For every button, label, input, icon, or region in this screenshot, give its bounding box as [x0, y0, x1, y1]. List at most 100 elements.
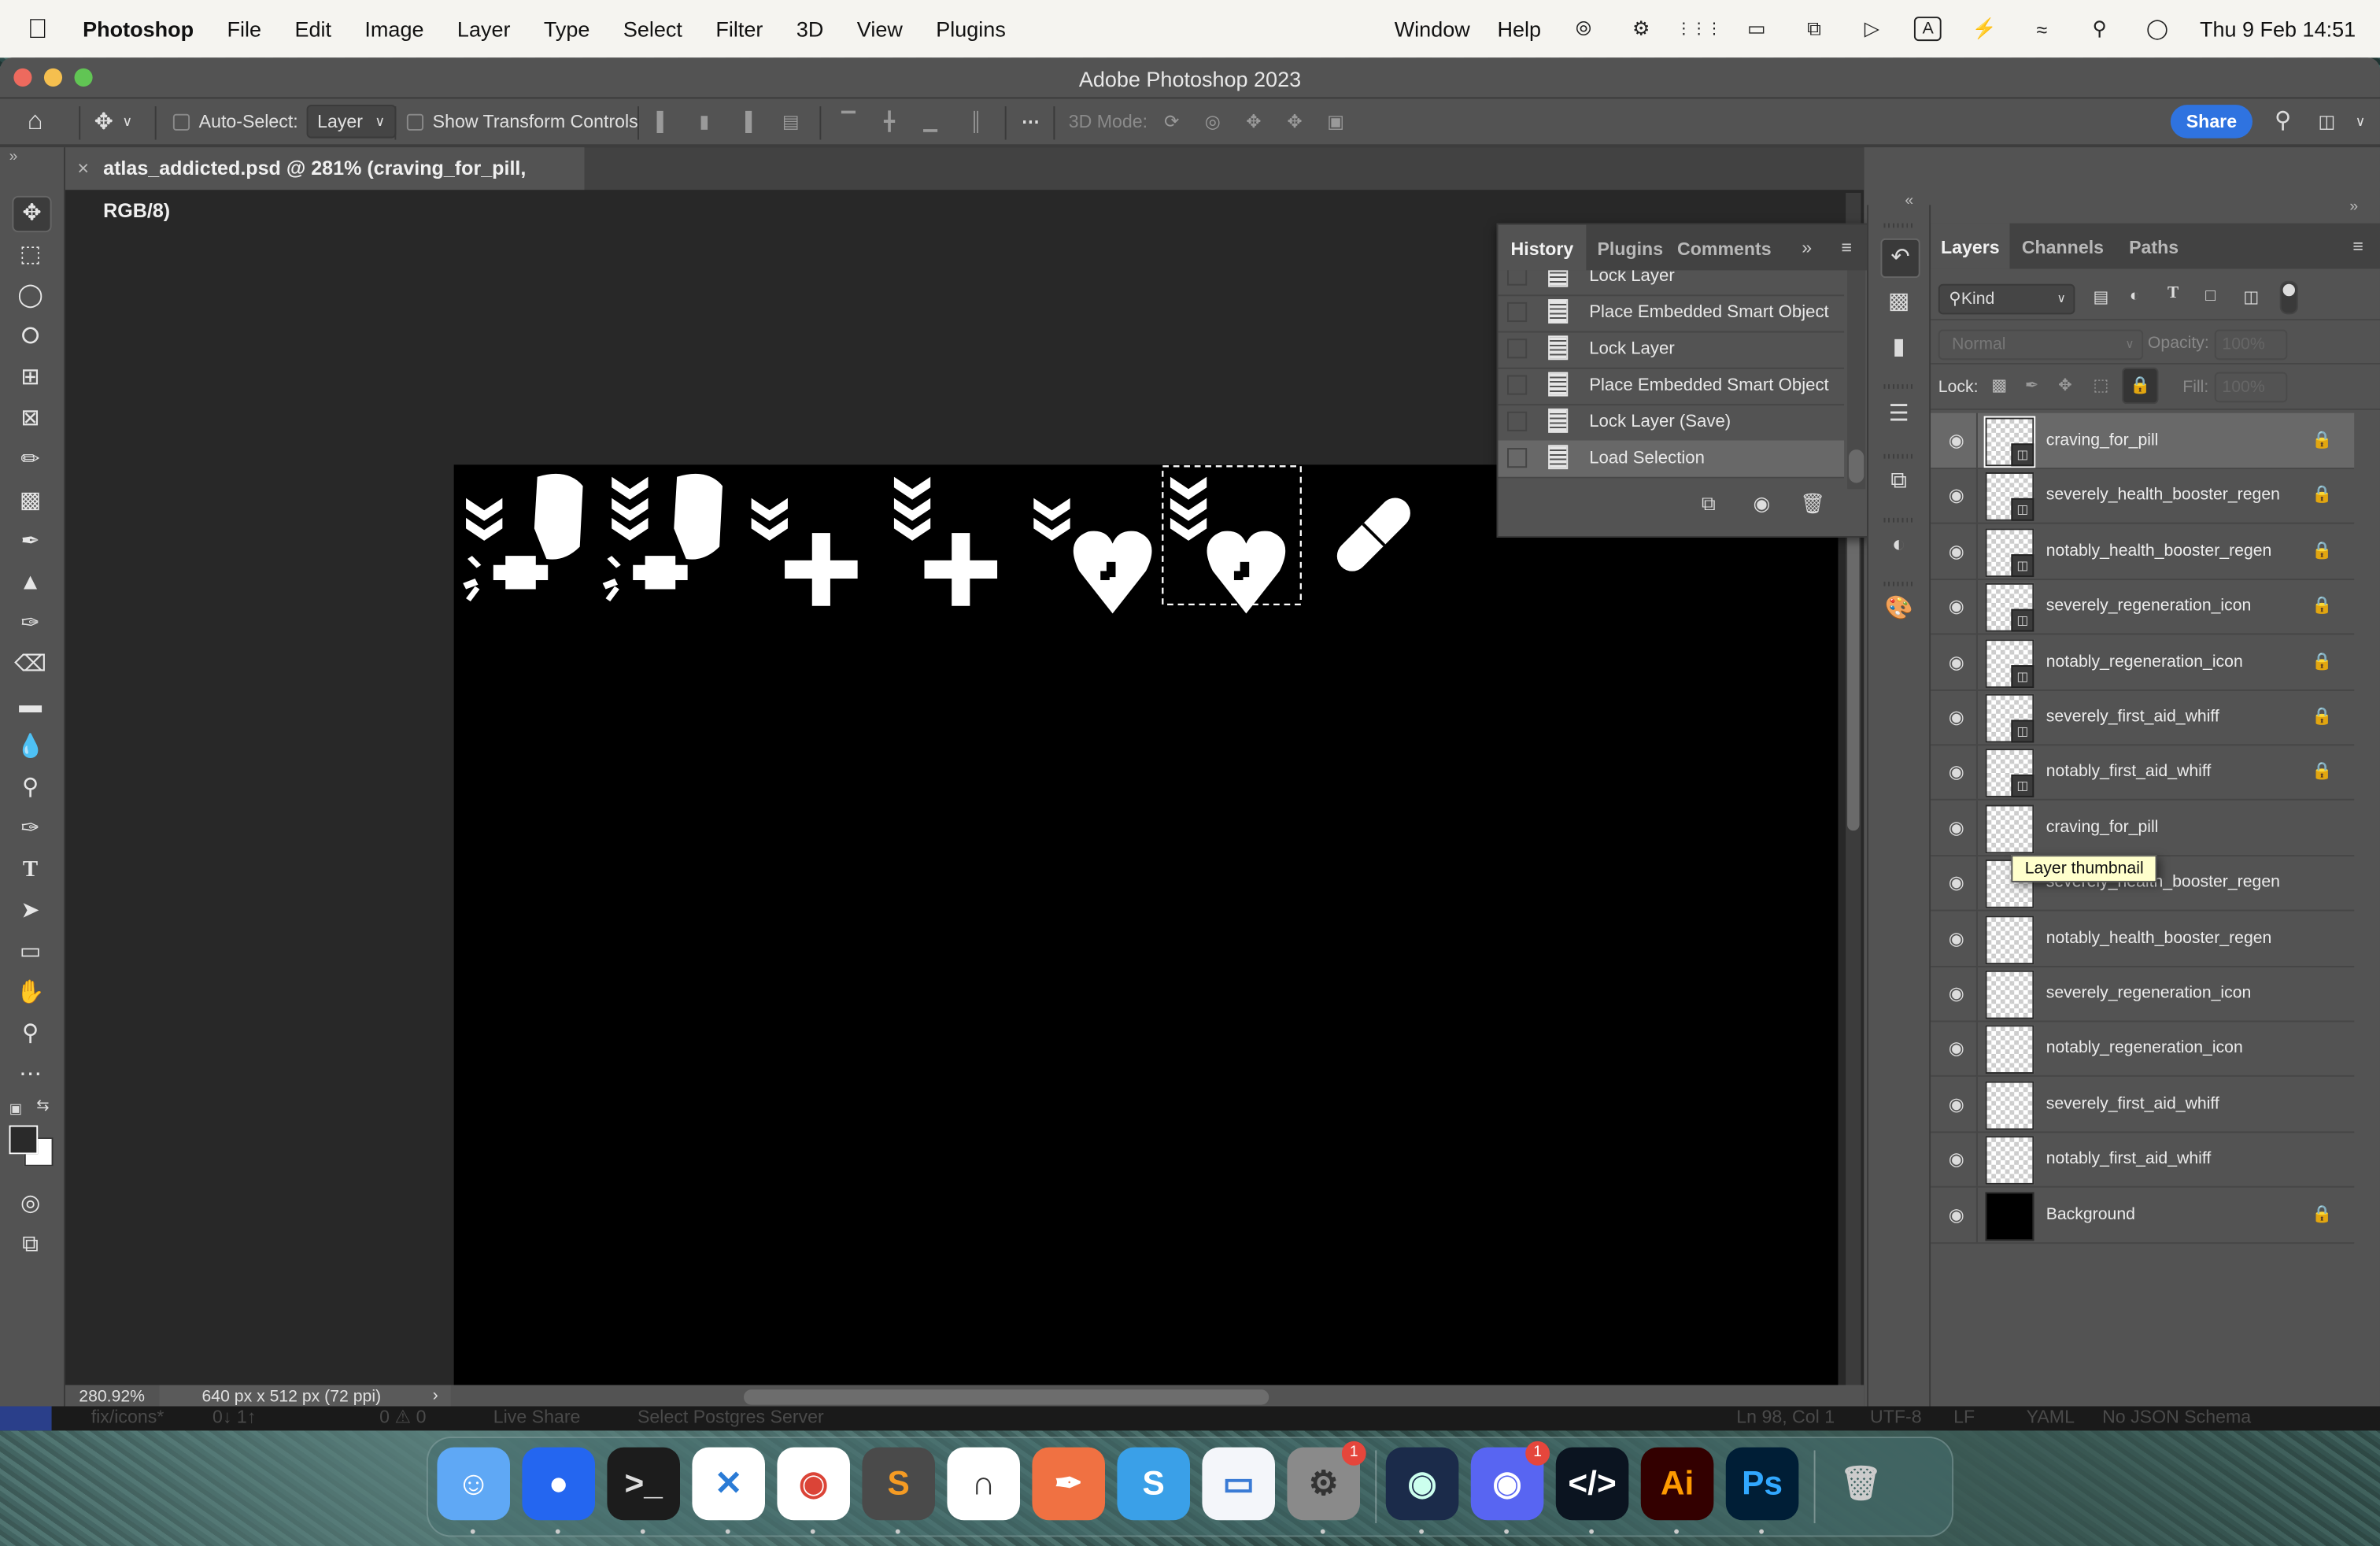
- postgres-server[interactable]: Select Postgres Server: [638, 1407, 824, 1428]
- canvas[interactable]: [453, 464, 1839, 1389]
- layer-row[interactable]: ◉ notably_regeneration_icon: [1931, 1021, 2355, 1078]
- layer-thumbnail[interactable]: [1985, 915, 2034, 964]
- language-mode[interactable]: YAML: [2027, 1407, 2075, 1428]
- dock-app-keynote[interactable]: ▭: [1202, 1447, 1275, 1521]
- control-center-icon[interactable]: ◯: [2142, 17, 2173, 41]
- rectangle-tool[interactable]: ▭: [12, 935, 48, 968]
- screen-mirror-icon[interactable]: ⧉: [1799, 17, 1830, 41]
- filter-pixel-icon[interactable]: ▤: [2093, 287, 2108, 307]
- lasso-tool[interactable]: ◯: [12, 279, 48, 313]
- eyedropper-tool[interactable]: ✏: [12, 443, 48, 476]
- 3d-pan-icon[interactable]: ✥: [1243, 111, 1264, 132]
- pen-tool[interactable]: ✑: [12, 812, 48, 845]
- layer-row[interactable]: ◉ notably_health_booster_regen: [1931, 910, 2355, 967]
- collapse-right-icon[interactable]: »: [2349, 199, 2358, 216]
- menu-clock[interactable]: Thu 9 Feb 14:51: [2186, 0, 2380, 57]
- edit-toolbar-icon[interactable]: ⋯: [12, 1059, 48, 1092]
- dock-app-google-chrome[interactable]: ◉: [777, 1447, 850, 1521]
- zoom-tool[interactable]: ⚲: [12, 1018, 48, 1051]
- swap-colors-icon[interactable]: ⇆: [36, 1098, 49, 1115]
- layer-thumbnail[interactable]: [1985, 1026, 2034, 1074]
- history-item[interactable]: Lock Layer: [1498, 331, 1845, 369]
- menu-plugins[interactable]: Plugins: [919, 0, 1022, 57]
- visibility-eye-icon[interactable]: ◉: [1946, 1148, 1967, 1170]
- layer-thumbnail[interactable]: [1985, 970, 2034, 1019]
- share-button[interactable]: Share: [2170, 105, 2252, 139]
- hand-tool[interactable]: ✋: [12, 977, 48, 1010]
- dock-app-finder[interactable]: ☺: [437, 1447, 510, 1521]
- status-menu-icon[interactable]: ›: [433, 1386, 438, 1404]
- home-icon[interactable]: ⌂: [28, 98, 43, 144]
- history-scrollbar[interactable]: [1847, 270, 1866, 490]
- menu-view[interactable]: View: [841, 0, 919, 57]
- workspace-dropdown-icon[interactable]: ∨: [2349, 111, 2371, 132]
- lock-transparent-pixels-icon[interactable]: ▩: [1991, 375, 2007, 394]
- layers-panel-menu-icon[interactable]: ≡: [2352, 235, 2363, 257]
- 3d-camera-icon[interactable]: ▣: [1325, 111, 1347, 132]
- problems-count[interactable]: 0 ⚠ 0: [379, 1407, 426, 1428]
- history-panel-icon[interactable]: ↶: [1880, 238, 1920, 279]
- spot-healing-brush-tool[interactable]: ▩: [12, 484, 48, 517]
- dock-app-adobe-photoshop[interactable]: Ps: [1725, 1447, 1799, 1521]
- filter-toggle[interactable]: [2279, 280, 2298, 315]
- dock-app-postman[interactable]: ✒: [1032, 1447, 1105, 1521]
- play-circle-icon[interactable]: ▷: [1857, 17, 1887, 41]
- dock-app-sublime-text[interactable]: S: [862, 1447, 935, 1521]
- tab-paths[interactable]: Paths: [2116, 224, 2191, 269]
- filter-adjustment-icon[interactable]: ◐: [2130, 287, 2140, 305]
- menu-layer[interactable]: Layer: [441, 0, 527, 57]
- move-tool-preset-icon[interactable]: ✥ ∨: [94, 98, 133, 144]
- visibility-eye-icon[interactable]: ◉: [1946, 706, 1967, 727]
- expand-panels-icon[interactable]: »: [1802, 237, 1812, 258]
- filter-shape-icon[interactable]: □: [2205, 287, 2216, 305]
- zoom-level-field[interactable]: 280.92%: [79, 1388, 145, 1406]
- frame-tool[interactable]: ⊠: [12, 402, 48, 435]
- wifi-icon[interactable]: ≈: [2027, 17, 2057, 41]
- layer-thumbnail[interactable]: ◫: [1985, 527, 2034, 577]
- history-scroll-thumb[interactable]: [1848, 449, 1864, 483]
- close-document-icon[interactable]: ×: [77, 147, 89, 190]
- menu-photoshop[interactable]: Photoshop: [66, 0, 210, 57]
- new-snapshot-icon[interactable]: ◉: [1753, 492, 1770, 516]
- collapse-tools-icon[interactable]: »: [9, 149, 18, 165]
- history-item-selected[interactable]: Load Selection: [1498, 440, 1845, 479]
- visibility-eye-icon[interactable]: ◉: [1946, 485, 1967, 506]
- layer-thumbnail[interactable]: [1985, 1081, 2034, 1130]
- git-sync[interactable]: 0↓ 1↑: [213, 1407, 256, 1428]
- type-tool[interactable]: T: [12, 853, 48, 886]
- line-ending[interactable]: LF: [1953, 1407, 1975, 1428]
- tab-channels[interactable]: Channels: [2012, 224, 2112, 269]
- 3d-orbit-icon[interactable]: ⟳: [1161, 111, 1182, 132]
- visibility-eye-icon[interactable]: ◉: [1946, 927, 1967, 949]
- dock-app-terminal[interactable]: >_: [607, 1447, 680, 1521]
- layer-thumbnail[interactable]: ◫: [1983, 416, 2036, 468]
- libraries-panel-icon[interactable]: ⧉: [1880, 463, 1916, 499]
- cursor-position[interactable]: Ln 98, Col 1: [1736, 1407, 1835, 1428]
- dock-app-discord[interactable]: ◉ 1: [1470, 1441, 1550, 1521]
- move-tool[interactable]: ✥: [12, 195, 52, 233]
- history-item[interactable]: Place Embedded Smart Object: [1498, 368, 1845, 406]
- dock-app-maps-pin[interactable]: ●: [522, 1447, 595, 1521]
- menu-help[interactable]: Help: [1484, 0, 1554, 57]
- menu-select[interactable]: Select: [607, 0, 699, 57]
- quick-mask-icon[interactable]: ◎: [12, 1188, 48, 1221]
- crop-tool[interactable]: ⊞: [12, 361, 48, 394]
- lock-image-pixels-icon[interactable]: ✒: [2025, 375, 2039, 394]
- visibility-eye-icon[interactable]: ◉: [1946, 761, 1967, 782]
- input-source-icon[interactable]: A: [1914, 17, 1942, 42]
- layer-thumbnail[interactable]: ◫: [1985, 749, 2034, 798]
- visibility-eye-icon[interactable]: ◉: [1946, 872, 1967, 893]
- history-item[interactable]: Lock Layer (Save): [1498, 404, 1845, 442]
- dodge-tool[interactable]: ⚲: [12, 771, 48, 804]
- swatches-panel-icon[interactable]: 🎨: [1880, 590, 1916, 627]
- search-icon[interactable]: ⚲: [2272, 109, 2293, 132]
- delete-state-icon[interactable]: 🗑: [1800, 492, 1825, 516]
- show-transform-controls-checkbox[interactable]: Show Transform Controls: [406, 98, 638, 144]
- foreground-color-swatch[interactable]: [9, 1125, 39, 1155]
- layer-thumbnail[interactable]: ◫: [1985, 583, 2034, 632]
- visibility-eye-icon[interactable]: ◉: [1946, 540, 1967, 561]
- layer-row[interactable]: ◉ severely_first_aid_whiff: [1931, 1076, 2355, 1133]
- visibility-eye-icon[interactable]: ◉: [1946, 982, 1967, 1004]
- lock-position-icon[interactable]: ✥: [2058, 375, 2072, 394]
- properties-panel-icon[interactable]: ◐: [1880, 527, 1916, 563]
